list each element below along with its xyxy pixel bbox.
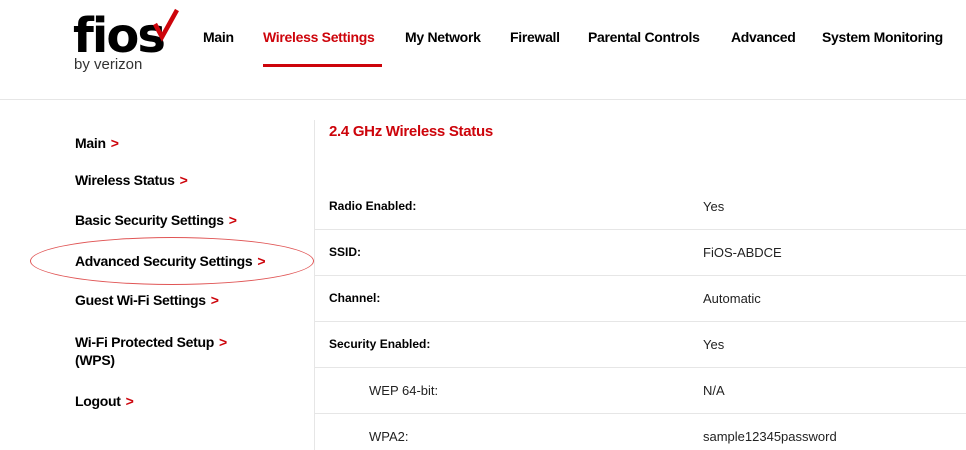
- row-label: WPA2:: [369, 429, 409, 444]
- row-label: SSID:: [329, 245, 362, 259]
- nav-wireless-settings[interactable]: Wireless Settings: [263, 29, 375, 45]
- row-value: Automatic: [703, 291, 761, 306]
- nav-main[interactable]: Main: [203, 29, 234, 45]
- status-row-ssid: SSID: FiOS-ABDCE: [315, 230, 966, 276]
- row-value: FiOS-ABDCE: [703, 245, 782, 260]
- sidebar-item-logout[interactable]: Logout >: [75, 392, 134, 410]
- highlight-ellipse: [30, 237, 314, 285]
- chevron-right-icon: >: [110, 135, 119, 151]
- nav-my-network[interactable]: My Network: [405, 29, 481, 45]
- header: fios by verizon Main Wireless Settings M…: [0, 0, 966, 100]
- page-title: 2.4 GHz Wireless Status: [329, 123, 493, 140]
- status-row-wep: WEP 64-bit: N/A: [315, 368, 966, 414]
- row-value: Yes: [703, 337, 725, 352]
- nav-parental-controls[interactable]: Parental Controls: [588, 29, 700, 45]
- row-label: WEP 64-bit:: [369, 383, 439, 398]
- sidebar-item-guest-wifi[interactable]: Guest Wi-Fi Settings >: [75, 291, 219, 309]
- row-label: Security Enabled:: [329, 337, 431, 351]
- fios-logo[interactable]: fios by verizon: [73, 8, 183, 78]
- sidebar-item-label-line2: (WPS): [75, 352, 115, 368]
- status-row-security-enabled: Security Enabled: Yes: [315, 322, 966, 368]
- check-mark-icon: [153, 8, 179, 42]
- sidebar-item-label: Basic Security Settings: [75, 212, 224, 228]
- row-value: sample12345password: [703, 429, 837, 444]
- active-tab-underline: [263, 64, 382, 67]
- nav-system-monitoring[interactable]: System Monitoring: [822, 29, 943, 45]
- row-value: Yes: [703, 199, 725, 214]
- sidebar-item-label: Guest Wi-Fi Settings: [75, 292, 206, 308]
- nav-firewall[interactable]: Firewall: [510, 29, 560, 45]
- sidebar-item-label: Wireless Status: [75, 172, 175, 188]
- chevron-right-icon: >: [219, 334, 227, 350]
- sidebar-item-wps[interactable]: Wi-Fi Protected Setup > (WPS): [75, 333, 227, 369]
- chevron-right-icon: >: [179, 172, 188, 188]
- sidebar-item-label: Logout: [75, 393, 121, 409]
- sidebar-item-label: Main: [75, 135, 106, 151]
- row-label: Channel:: [329, 291, 381, 305]
- status-row-channel: Channel: Automatic: [315, 276, 966, 322]
- nav-advanced[interactable]: Advanced: [731, 29, 796, 45]
- status-row-wpa2: WPA2: sample12345password: [315, 414, 966, 450]
- logo-subtext: by verizon: [74, 56, 143, 73]
- row-value: N/A: [703, 383, 725, 398]
- row-label: Radio Enabled:: [329, 199, 417, 213]
- status-row-radio-enabled: Radio Enabled: Yes: [315, 184, 966, 230]
- chevron-right-icon: >: [210, 292, 219, 308]
- sidebar-item-main[interactable]: Main >: [75, 134, 119, 152]
- sidebar-item-wireless-status[interactable]: Wireless Status >: [75, 171, 188, 189]
- chevron-right-icon: >: [125, 393, 134, 409]
- sidebar-item-label: Wi-Fi Protected Setup: [75, 334, 215, 350]
- chevron-right-icon: >: [228, 212, 237, 228]
- sidebar-item-basic-security[interactable]: Basic Security Settings >: [75, 211, 237, 229]
